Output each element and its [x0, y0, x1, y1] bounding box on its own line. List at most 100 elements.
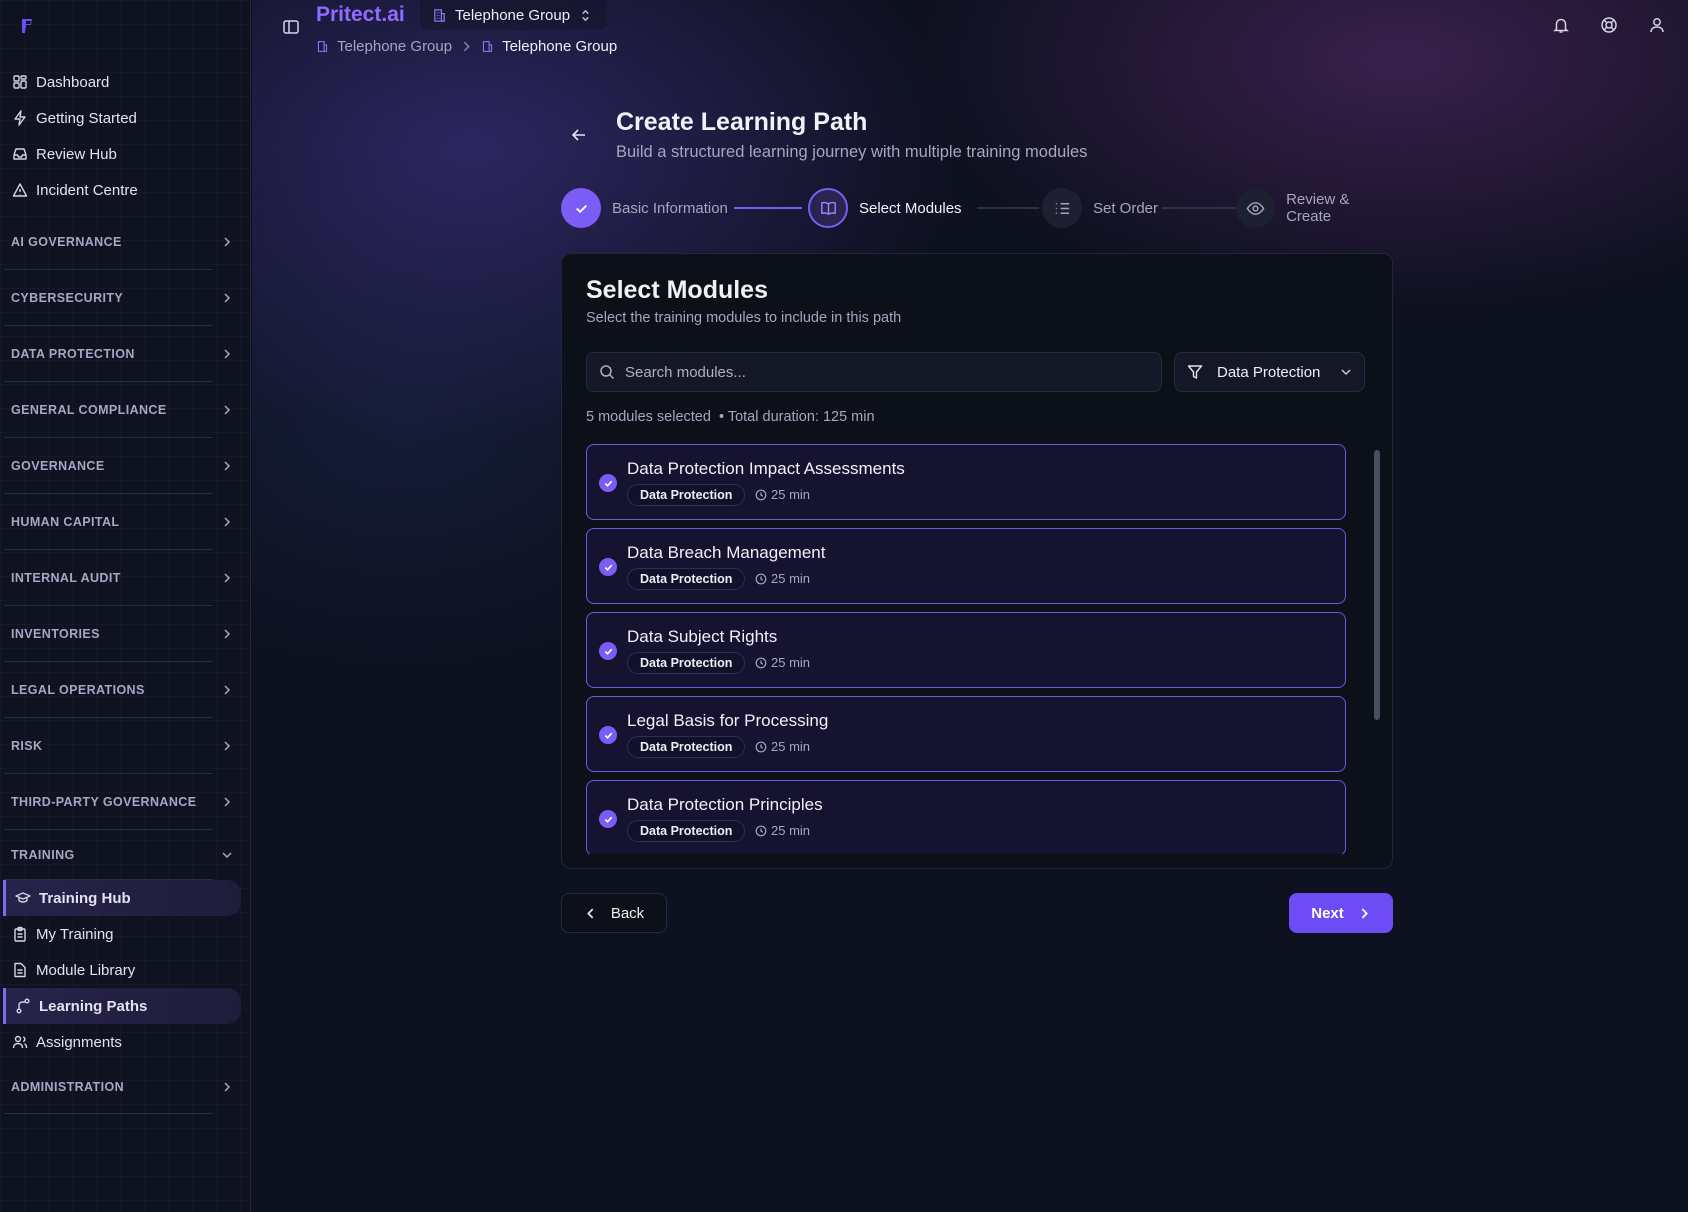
step-label: Select Modules	[859, 199, 962, 217]
back-button[interactable]: Back	[561, 893, 667, 933]
section-inventories[interactable]: INVENTORIES	[0, 606, 251, 662]
section-human-capital[interactable]: HUMAN CAPITAL	[0, 494, 251, 550]
inbox-icon	[12, 146, 28, 162]
section-label: INVENTORIES	[11, 627, 100, 641]
help-lifebuoy-icon[interactable]	[1600, 16, 1618, 34]
sidebar-item-label: Assignments	[36, 1033, 122, 1051]
bell-icon[interactable]	[1552, 16, 1570, 34]
section-administration[interactable]: ADMINISTRATION	[0, 1060, 251, 1114]
section-internal-audit[interactable]: INTERNAL AUDIT	[0, 550, 251, 606]
checkbox-checked-icon[interactable]	[599, 474, 617, 492]
sidebar-item-learning-paths[interactable]: Learning Paths	[3, 988, 241, 1024]
step-review-create[interactable]: Review & Create	[1236, 188, 1396, 228]
sidebar-item-incident-centre[interactable]: Incident Centre	[0, 172, 251, 208]
graduation-cap-icon	[15, 890, 31, 906]
chevron-right-icon	[224, 629, 231, 639]
user-icon[interactable]	[1648, 16, 1666, 34]
book-open-icon	[808, 188, 848, 228]
module-item[interactable]: Data Protection Impact Assessments Data …	[586, 444, 1346, 520]
section-label: GENERAL COMPLIANCE	[11, 403, 167, 417]
section-cybersecurity[interactable]: CYBERSECURITY	[0, 270, 251, 326]
sidebar-item-label: Module Library	[36, 961, 136, 979]
sidebar-item-label: My Training	[36, 925, 114, 943]
check-icon	[561, 188, 601, 228]
clock-icon	[755, 573, 767, 584]
duration-value: 25 min	[771, 571, 811, 586]
total-duration: • Total duration: 125 min	[719, 409, 875, 425]
module-item[interactable]: Legal Basis for Processing Data Protecti…	[586, 696, 1346, 772]
top-actions	[1552, 16, 1666, 34]
checkbox-checked-icon[interactable]	[599, 810, 617, 828]
section-general-compliance[interactable]: GENERAL COMPLIANCE	[0, 382, 251, 438]
section-data-protection[interactable]: DATA PROTECTION	[0, 326, 251, 382]
chevron-right-icon	[224, 797, 231, 807]
category-filter-select[interactable]: Data Protection	[1174, 352, 1365, 392]
step-label: Basic Information	[612, 199, 728, 217]
logo-icon[interactable]	[18, 16, 38, 36]
module-item[interactable]: Data Subject Rights Data Protection 25 m…	[586, 612, 1346, 688]
module-duration: 25 min	[755, 487, 810, 502]
section-label: DATA PROTECTION	[11, 347, 135, 361]
next-button[interactable]: Next	[1289, 893, 1393, 933]
section-governance[interactable]: GOVERNANCE	[0, 438, 251, 494]
breadcrumb-item[interactable]: Telephone Group	[337, 38, 452, 55]
page-title: Create Learning Path	[616, 108, 868, 136]
step-basic-information[interactable]: Basic Information	[561, 188, 728, 228]
search-input[interactable]	[625, 363, 1145, 381]
scrollbar-thumb[interactable]	[1374, 450, 1380, 720]
module-item[interactable]: Data Protection Principles Data Protecti…	[586, 780, 1346, 854]
chevron-right-icon	[224, 741, 231, 751]
section-risk[interactable]: RISK	[0, 718, 251, 774]
sidebar-sections: AI GOVERNANCE CYBERSECURITY DATA PROTECT…	[0, 214, 251, 1114]
checkbox-checked-icon[interactable]	[599, 642, 617, 660]
filter-icon	[1187, 365, 1203, 379]
chevron-right-icon	[224, 405, 231, 415]
chevron-right-icon	[224, 237, 231, 247]
back-button-label: Back	[610, 904, 645, 922]
step-label: Set Order	[1093, 199, 1159, 217]
section-legal-operations[interactable]: LEGAL OPERATIONS	[0, 662, 251, 718]
chevron-down-icon	[222, 852, 232, 859]
search-icon	[600, 365, 615, 380]
file-icon	[12, 962, 28, 978]
step-select-modules[interactable]: Select Modules	[808, 188, 962, 228]
section-third-party-governance[interactable]: THIRD-PARTY GOVERNANCE	[0, 774, 251, 830]
building-icon	[317, 41, 328, 52]
module-category-badge: Data Protection	[627, 568, 746, 590]
sidebar-item-dashboard[interactable]: Dashboard	[0, 64, 251, 100]
sidebar-toggle-icon[interactable]	[282, 18, 300, 36]
checkbox-checked-icon[interactable]	[599, 558, 617, 576]
back-arrow-icon[interactable]	[570, 126, 588, 144]
sidebar-top-nav: Dashboard Getting Started Review Hub Inc…	[0, 64, 251, 208]
module-list[interactable]: Data Protection Impact Assessments Data …	[586, 444, 1380, 854]
section-ai-governance[interactable]: AI GOVERNANCE	[0, 214, 251, 270]
section-label: HUMAN CAPITAL	[11, 515, 120, 529]
page-subtitle: Build a structured learning journey with…	[616, 143, 1088, 161]
module-duration: 25 min	[755, 571, 810, 586]
step-connector	[1162, 207, 1236, 209]
sidebar-item-getting-started[interactable]: Getting Started	[0, 100, 251, 136]
brand-name[interactable]: Pritect.ai	[316, 3, 405, 27]
section-training[interactable]: TRAINING	[0, 830, 251, 880]
checkbox-checked-icon[interactable]	[599, 726, 617, 744]
step-set-order[interactable]: Set Order	[1042, 188, 1158, 228]
sidebar-item-label: Training Hub	[39, 889, 131, 907]
clock-icon	[755, 825, 767, 836]
warning-icon	[12, 182, 28, 198]
sidebar-item-review-hub[interactable]: Review Hub	[0, 136, 251, 172]
sidebar-item-training-hub[interactable]: Training Hub	[3, 880, 241, 916]
lightning-icon	[12, 110, 28, 126]
module-duration: 25 min	[755, 739, 810, 754]
users-icon	[12, 1034, 28, 1050]
breadcrumb: Telephone Group Telephone Group	[316, 38, 617, 55]
sidebar-item-assignments[interactable]: Assignments	[0, 1024, 251, 1060]
sidebar-item-module-library[interactable]: Module Library	[0, 952, 251, 988]
module-title: Data Breach Management	[627, 543, 826, 562]
sidebar: Dashboard Getting Started Review Hub Inc…	[0, 0, 251, 1212]
chevron-right-icon	[224, 1082, 231, 1092]
org-switcher[interactable]: Telephone Group	[420, 0, 608, 30]
module-title: Data Subject Rights	[627, 627, 778, 646]
section-label: TRAINING	[11, 848, 75, 862]
module-item[interactable]: Data Breach Management Data Protection 2…	[586, 528, 1346, 604]
sidebar-item-my-training[interactable]: My Training	[0, 916, 251, 952]
